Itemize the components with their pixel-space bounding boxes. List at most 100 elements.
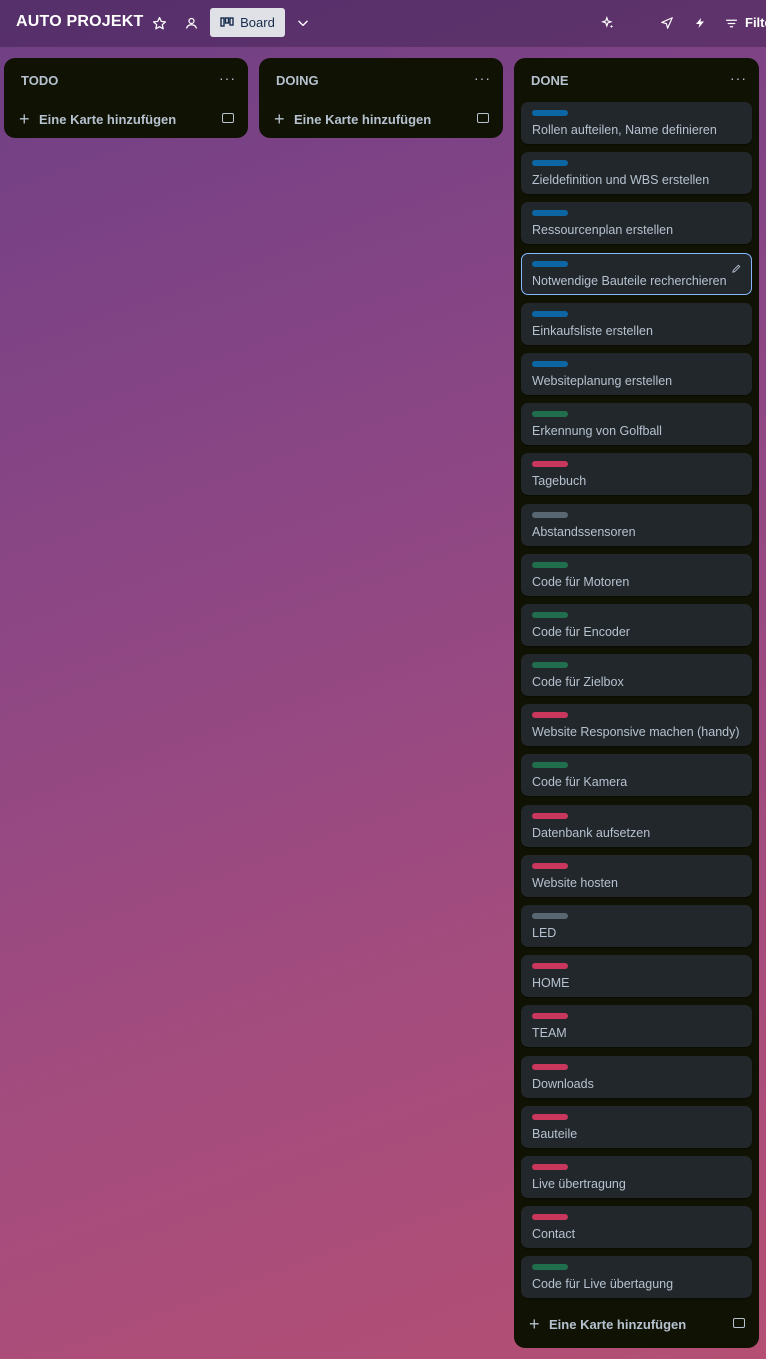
plus-icon: +: [19, 109, 30, 129]
card[interactable]: LED: [521, 905, 752, 947]
card-label-green[interactable]: [532, 762, 568, 769]
card[interactable]: HOME: [521, 955, 752, 998]
board-title[interactable]: AUTO PROJEKT: [16, 13, 143, 31]
card[interactable]: Einkaufsliste erstellen: [521, 302, 752, 345]
card-label-blue[interactable]: [532, 360, 568, 367]
send-icon[interactable]: [656, 12, 678, 34]
lightning-icon[interactable]: [689, 12, 711, 34]
card-title: Abstandssensoren: [532, 524, 636, 539]
board-header: AUTO PROJEKT Board Filte: [0, 0, 766, 47]
card-title: Datenbank aufsetzen: [532, 825, 651, 840]
card[interactable]: Rollen aufteilen, Name definieren: [521, 102, 752, 144]
list-todo: TODO ··· + Eine Karte hinzufügen: [4, 58, 248, 138]
more-options-icon[interactable]: ···: [219, 70, 236, 86]
card[interactable]: Websiteplanung erstellen: [521, 352, 752, 395]
card-title: Notwendige Bauteile recherchieren: [532, 273, 727, 288]
card-label-blue[interactable]: [532, 210, 568, 217]
card[interactable]: TEAM: [521, 1005, 752, 1048]
card[interactable]: Code für Motoren: [521, 553, 752, 596]
card-label-green[interactable]: [532, 411, 568, 418]
card-title: Rollen aufteilen, Name definieren: [532, 123, 717, 137]
card-title: Einkaufsliste erstellen: [532, 323, 653, 338]
card[interactable]: Code für Live übertagung: [521, 1256, 752, 1299]
filter-icon[interactable]: [720, 12, 742, 34]
card-title: Website Responsive machen (handy): [532, 725, 740, 740]
card-title: Code für Live übertagung: [532, 1277, 674, 1292]
card-label-red[interactable]: [532, 1113, 568, 1120]
card[interactable]: Contact: [521, 1206, 752, 1249]
board-view-button[interactable]: Board: [210, 8, 285, 37]
card-label-red[interactable]: [532, 812, 568, 819]
card[interactable]: Erkennung von Golfball: [521, 403, 752, 446]
card-title: Live übertragung: [532, 1176, 626, 1191]
card-label-red[interactable]: [532, 461, 568, 468]
card[interactable]: Bauteile: [521, 1105, 752, 1148]
card-title: Tagebuch: [532, 474, 587, 489]
card[interactable]: Zieldefinition und WBS erstellen: [521, 152, 752, 195]
card[interactable]: Code für Encoder: [521, 603, 752, 646]
card-title: Code für Encoder: [532, 624, 630, 639]
chevron-down-icon[interactable]: [292, 12, 314, 34]
card[interactable]: Live übertragung: [521, 1155, 752, 1198]
star-icon[interactable]: [148, 12, 170, 34]
add-card-button[interactable]: + Eine Karte hinzufügen: [4, 102, 248, 138]
card[interactable]: Website Responsive machen (handy): [521, 704, 752, 747]
list-title[interactable]: DOING: [276, 73, 319, 88]
list-header: TODO ···: [4, 58, 248, 102]
more-options-icon[interactable]: ···: [730, 70, 747, 86]
card-label-red[interactable]: [532, 1214, 568, 1221]
board-view-icon: [220, 15, 234, 30]
card[interactable]: Abstandssensoren: [521, 503, 752, 546]
card[interactable]: Tagebuch: [521, 453, 752, 496]
card-title: Code für Kamera: [532, 775, 628, 790]
sparkle-icon[interactable]: [597, 12, 619, 34]
pencil-icon[interactable]: [731, 263, 742, 277]
card[interactable]: Downloads: [521, 1055, 752, 1098]
card-label-blue[interactable]: [532, 260, 568, 267]
card-label-gray[interactable]: [532, 511, 568, 518]
card-label-green[interactable]: [532, 611, 568, 618]
card-label-red[interactable]: [532, 712, 568, 719]
card-label-red[interactable]: [532, 963, 568, 970]
list-header: DOING ···: [259, 58, 503, 102]
add-card-button[interactable]: + Eine Karte hinzufügen: [514, 1307, 759, 1343]
card-label-green[interactable]: [532, 662, 568, 669]
list-title[interactable]: TODO: [21, 73, 58, 88]
plus-icon: +: [529, 1313, 540, 1334]
card-title: LED: [532, 926, 557, 940]
card[interactable]: Ressourcenplan erstellen: [521, 202, 752, 245]
card-label-red[interactable]: [532, 1163, 568, 1170]
card-label-blue[interactable]: [532, 160, 568, 167]
card[interactable]: Notwendige Bauteile recherchieren: [521, 252, 752, 295]
list-title[interactable]: DONE: [531, 73, 569, 88]
card-title: Downloads: [532, 1076, 594, 1091]
card[interactable]: Website hosten: [521, 854, 752, 897]
add-card-button[interactable]: + Eine Karte hinzufügen: [259, 102, 503, 138]
card-template-icon[interactable]: [733, 1317, 745, 1328]
card-label-red[interactable]: [532, 1063, 568, 1070]
card-label-red[interactable]: [532, 862, 568, 869]
card-label-gray[interactable]: [532, 913, 568, 919]
card[interactable]: Code für Zielbox: [521, 654, 752, 697]
card-title: Website hosten: [532, 875, 618, 890]
workspace-visibility-icon[interactable]: [180, 12, 202, 34]
card-label-blue[interactable]: [532, 310, 568, 317]
card-template-icon[interactable]: [477, 113, 489, 123]
card-title: Code für Zielbox: [532, 675, 624, 690]
card-label-red[interactable]: [532, 1013, 568, 1020]
card-title: Bauteile: [532, 1126, 578, 1141]
card-label-green[interactable]: [532, 561, 568, 568]
card-title: TEAM: [532, 1026, 567, 1041]
card-title: Code für Motoren: [532, 574, 630, 589]
filter-button[interactable]: Filte: [745, 15, 766, 30]
card[interactable]: Code für Kamera: [521, 754, 752, 797]
card-label-blue[interactable]: [532, 110, 568, 116]
card-title: Zieldefinition und WBS erstellen: [532, 173, 710, 188]
card-template-icon[interactable]: [222, 113, 234, 123]
add-card-label: Eine Karte hinzufügen: [294, 112, 432, 127]
card[interactable]: Datenbank aufsetzen: [521, 804, 752, 847]
card-label-green[interactable]: [532, 1264, 568, 1271]
card-list: Rollen aufteilen, Name definieren Zieldef…: [514, 102, 759, 1299]
more-options-icon[interactable]: ···: [474, 70, 491, 86]
card-title: Ressourcenplan erstellen: [532, 223, 674, 238]
